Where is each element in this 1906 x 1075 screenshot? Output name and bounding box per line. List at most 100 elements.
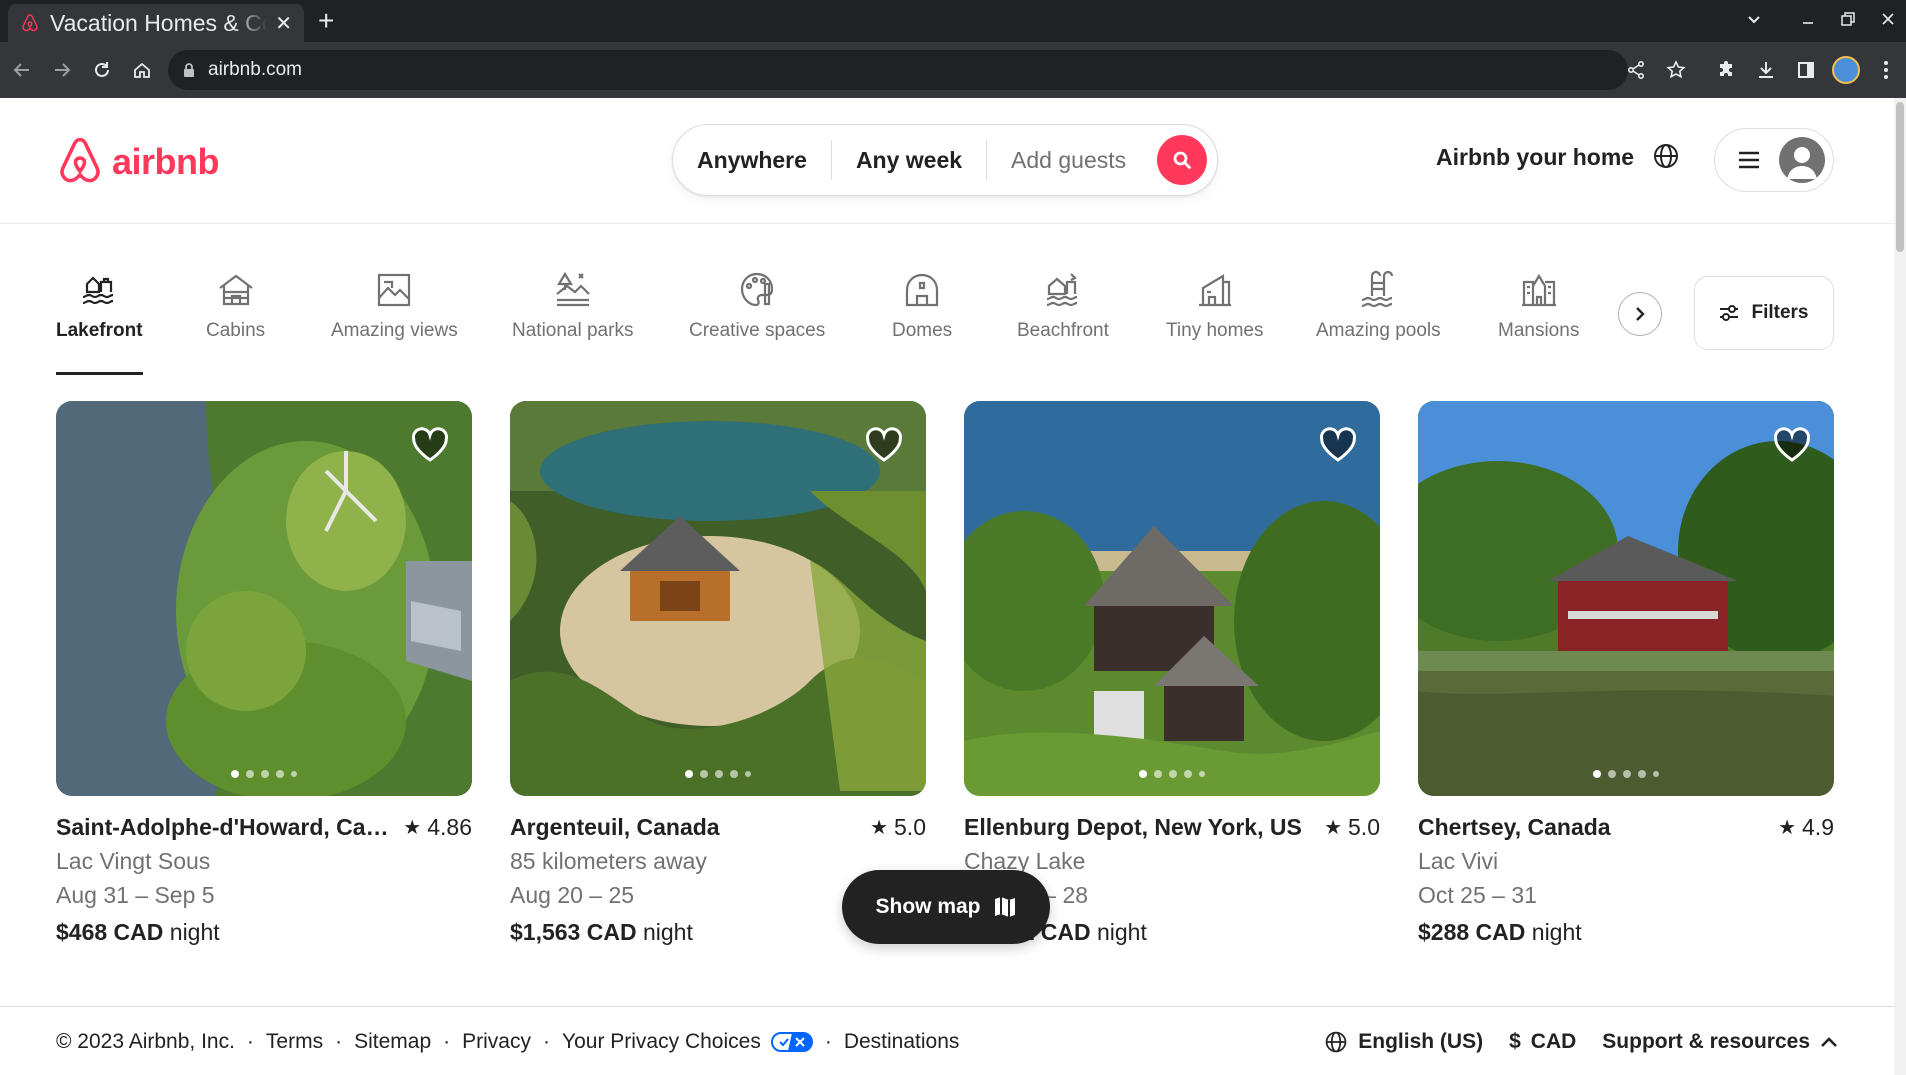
category-lakefront[interactable]: Lakefront (56, 268, 143, 375)
page-scrollbar[interactable] (1894, 98, 1906, 1075)
listing-location: Chertsey, Canada (1418, 814, 1611, 840)
search-where[interactable]: Anywhere (673, 140, 831, 180)
show-map-label: Show map (875, 895, 981, 918)
listing-photo[interactable] (964, 401, 1380, 796)
more-menu-icon[interactable] (1870, 54, 1902, 86)
wishlist-heart-icon[interactable] (864, 425, 904, 470)
category-next-button[interactable] (1618, 292, 1662, 336)
footer-separator: · (246, 1029, 254, 1053)
category-amazing-pools[interactable]: Amazing pools (1316, 268, 1441, 342)
support-resources-button[interactable]: Support & resources (1602, 1030, 1838, 1054)
tab-search-chevron-icon[interactable] (1746, 10, 1762, 33)
extensions-icon[interactable] (1710, 54, 1742, 86)
category-mansions[interactable]: Mansions (1498, 268, 1579, 342)
footer-link-destinations[interactable]: Destinations (844, 1030, 960, 1054)
airbnb-favicon-icon (22, 14, 38, 32)
airbnb-belo-icon (60, 137, 100, 183)
category-national-parks[interactable]: National parks (512, 268, 633, 342)
listing-subtitle: 85 kilometers away (510, 848, 707, 874)
search-who[interactable]: Add guests (987, 140, 1150, 180)
wishlist-heart-icon[interactable] (1318, 425, 1358, 470)
forward-arrow-icon[interactable] (46, 54, 78, 86)
category-tiny-homes[interactable]: Tiny homes (1166, 268, 1264, 342)
new-tab-button[interactable]: + (318, 7, 334, 35)
reload-icon[interactable] (86, 54, 118, 86)
footer-link-privacy[interactable]: Privacy (462, 1030, 531, 1054)
tab-close-icon[interactable]: ✕ (275, 11, 292, 36)
listing-rating: ★ 5.0 (870, 814, 926, 840)
category-label: Tiny homes (1166, 320, 1264, 341)
category-label: Mansions (1498, 320, 1580, 341)
host-link[interactable]: Airbnb your home (1436, 144, 1634, 171)
wishlist-heart-icon[interactable] (1772, 425, 1812, 470)
photo-carousel-dots (685, 770, 751, 778)
side-panel-icon[interactable] (1790, 54, 1822, 86)
privacy-choices-toggle-icon[interactable] (770, 1031, 813, 1052)
chevron-up-icon (1821, 1036, 1837, 1047)
download-icon[interactable] (1750, 54, 1782, 86)
user-avatar-icon (1779, 137, 1825, 183)
pool-icon (1362, 270, 1394, 308)
listing-dates: Aug 31 – Sep 5 (56, 882, 215, 908)
search-bar[interactable]: Anywhere Any week Add guests (672, 124, 1218, 196)
tab-title: Vacation Homes & Condo Rentals (50, 9, 267, 36)
listing-card[interactable]: Chertsey, Canada ★ 4.9 Lac Vivi Oct 25 – … (1418, 401, 1834, 946)
show-map-button[interactable]: Show map (842, 870, 1050, 944)
listing-rating: ★ 4.9 (1778, 814, 1834, 840)
listing-photo[interactable] (56, 401, 472, 796)
mansion-icon (1521, 273, 1556, 307)
category-cabins[interactable]: Cabins (206, 268, 265, 342)
site-header: airbnb Anywhere Any week Add guests Airb… (0, 98, 1894, 224)
footer-link-sitemap[interactable]: Sitemap (354, 1030, 431, 1054)
search-when[interactable]: Any week (832, 140, 986, 180)
hamburger-menu-icon (1739, 151, 1759, 169)
listing-photo[interactable] (1418, 401, 1834, 796)
back-arrow-icon[interactable] (6, 54, 38, 86)
minimize-icon[interactable] (1800, 10, 1816, 33)
profile-avatar-icon[interactable] (1830, 54, 1862, 86)
home-icon[interactable] (126, 54, 158, 86)
category-label: Lakefront (56, 320, 143, 341)
listing-card[interactable]: Argenteuil, Canada ★ 5.0 85 kilometers aw… (510, 401, 926, 946)
address-bar[interactable]: airbnb.com (168, 50, 1628, 90)
star-icon: ★ (403, 817, 422, 839)
close-window-icon[interactable] (1880, 10, 1896, 33)
listing-photo[interactable] (510, 401, 926, 796)
listing-card[interactable]: Saint-Adolphe-d'Howard, Canada ★ 4.86 Lac… (56, 401, 472, 946)
category-creative-spaces[interactable]: Creative spaces (689, 268, 825, 342)
category-label: Beachfront (1017, 320, 1109, 341)
restore-icon[interactable] (1840, 10, 1856, 33)
category-amazing-views[interactable]: Amazing views (331, 268, 458, 342)
browser-tab[interactable]: Vacation Homes & Condo Rentals ✕ (8, 4, 304, 42)
photo-carousel-dots (1593, 770, 1659, 778)
page: airbnb Anywhere Any week Add guests Airb… (0, 98, 1906, 1075)
user-menu-button[interactable] (1714, 128, 1834, 192)
listing-card[interactable]: Ellenburg Depot, New York, US ★ 5.0 Chazy… (964, 401, 1380, 946)
category-domes[interactable]: Domes (892, 268, 952, 342)
browser-tabbar: Vacation Homes & Condo Rentals ✕ + (0, 0, 1906, 42)
footer-separator: · (443, 1029, 451, 1053)
listing-dates: Oct 25 – 31 (1418, 882, 1537, 908)
share-icon[interactable] (1620, 54, 1652, 86)
star-icon: ★ (1778, 817, 1797, 839)
filters-label: Filters (1751, 302, 1809, 323)
footer-link-privacy-choices[interactable]: Your Privacy Choices (562, 1030, 761, 1054)
currency-selector[interactable]: $ CAD (1509, 1030, 1576, 1054)
listing-subtitle: Lac Vivi (1418, 848, 1499, 874)
footer-link-terms[interactable]: Terms (266, 1030, 323, 1054)
bookmark-star-icon[interactable] (1660, 54, 1692, 86)
logo-wordmark: airbnb (112, 141, 220, 182)
cabin-icon (218, 274, 253, 306)
language-selector[interactable]: English (US) (1324, 1030, 1483, 1054)
photo-carousel-dots (231, 770, 297, 778)
currency-label: CAD (1530, 1029, 1577, 1053)
search-button[interactable] (1157, 135, 1207, 185)
footer-separator: · (335, 1029, 343, 1053)
filters-button[interactable]: Filters (1694, 276, 1834, 350)
wishlist-heart-icon[interactable] (410, 425, 450, 470)
category-beachfront[interactable]: Beachfront (1017, 268, 1109, 342)
airbnb-logo[interactable]: airbnb (56, 136, 220, 188)
star-icon: ★ (1324, 817, 1343, 839)
footer-separator: · (824, 1029, 832, 1053)
language-globe-icon[interactable] (1652, 142, 1680, 175)
